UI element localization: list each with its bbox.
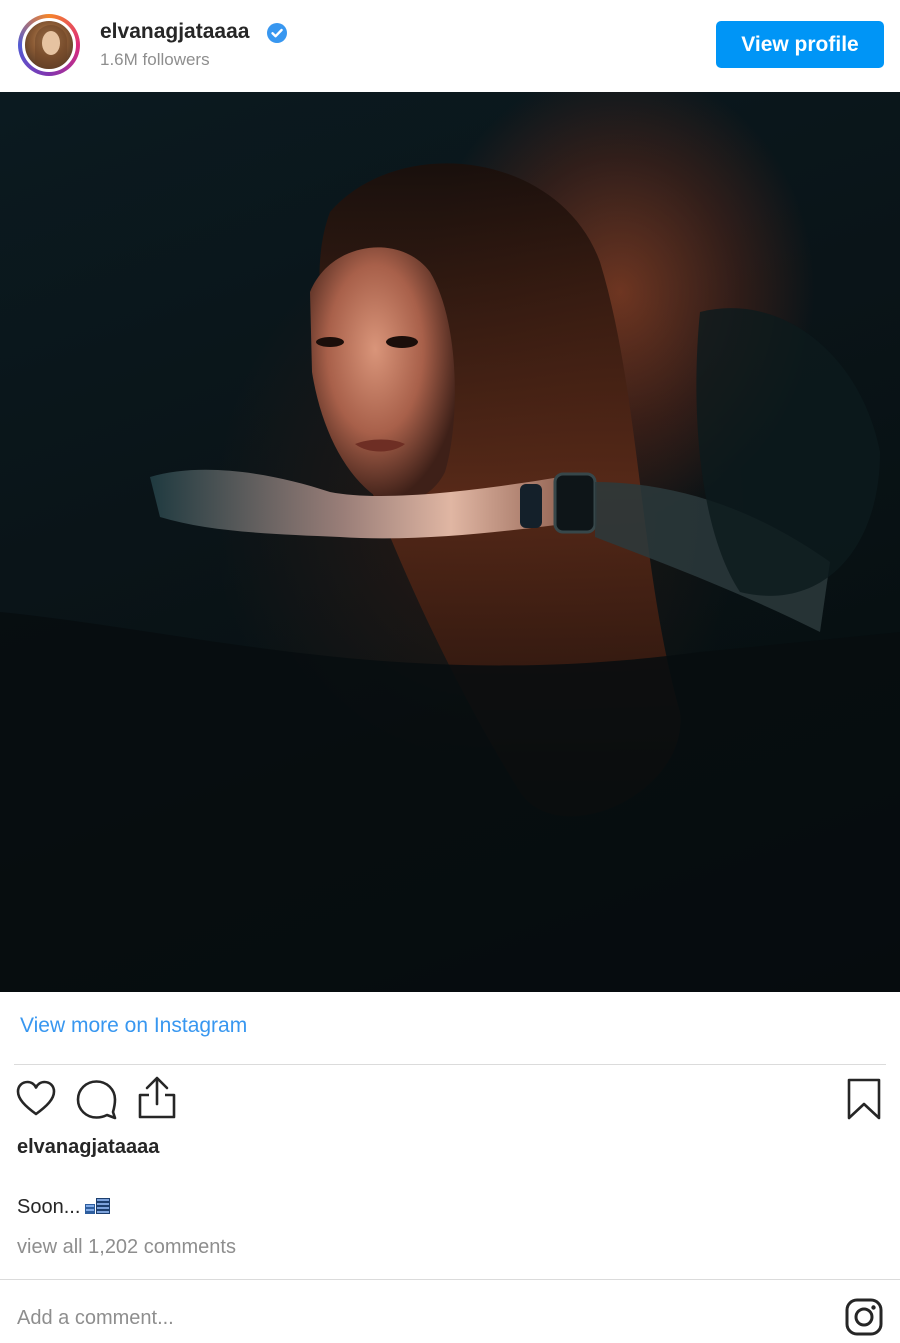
portrait-illustration <box>0 163 900 992</box>
avatar-image <box>22 18 76 72</box>
divider <box>0 1279 900 1280</box>
view-profile-button[interactable]: View profile <box>716 21 884 68</box>
bookmark-icon[interactable] <box>846 1077 882 1121</box>
divider <box>14 1064 886 1065</box>
profile-avatar[interactable] <box>18 14 80 76</box>
post-author[interactable]: elvanagjataaaa <box>17 1136 159 1159</box>
post-header: elvanagjataaaa 1.6M followers View profi… <box>0 0 900 92</box>
heart-icon[interactable] <box>15 1078 57 1120</box>
username[interactable]: elvanagjataaaa <box>100 20 249 44</box>
verified-badge-icon <box>267 23 287 43</box>
share-icon[interactable] <box>136 1074 178 1120</box>
view-more-on-instagram-link[interactable]: View more on Instagram <box>20 1014 247 1038</box>
view-all-comments-link[interactable]: view all 1,202 comments <box>17 1236 236 1259</box>
caption-text: Soon... <box>17 1196 81 1218</box>
clapper-emoji-icon <box>84 1197 112 1221</box>
comment-bubble-icon[interactable] <box>75 1078 119 1120</box>
add-comment-input[interactable] <box>17 1300 777 1336</box>
instagram-logo-icon[interactable] <box>845 1298 883 1336</box>
post-image[interactable] <box>0 92 900 992</box>
post-caption: Soon... <box>17 1196 112 1221</box>
follower-count: 1.6M followers <box>100 50 210 69</box>
